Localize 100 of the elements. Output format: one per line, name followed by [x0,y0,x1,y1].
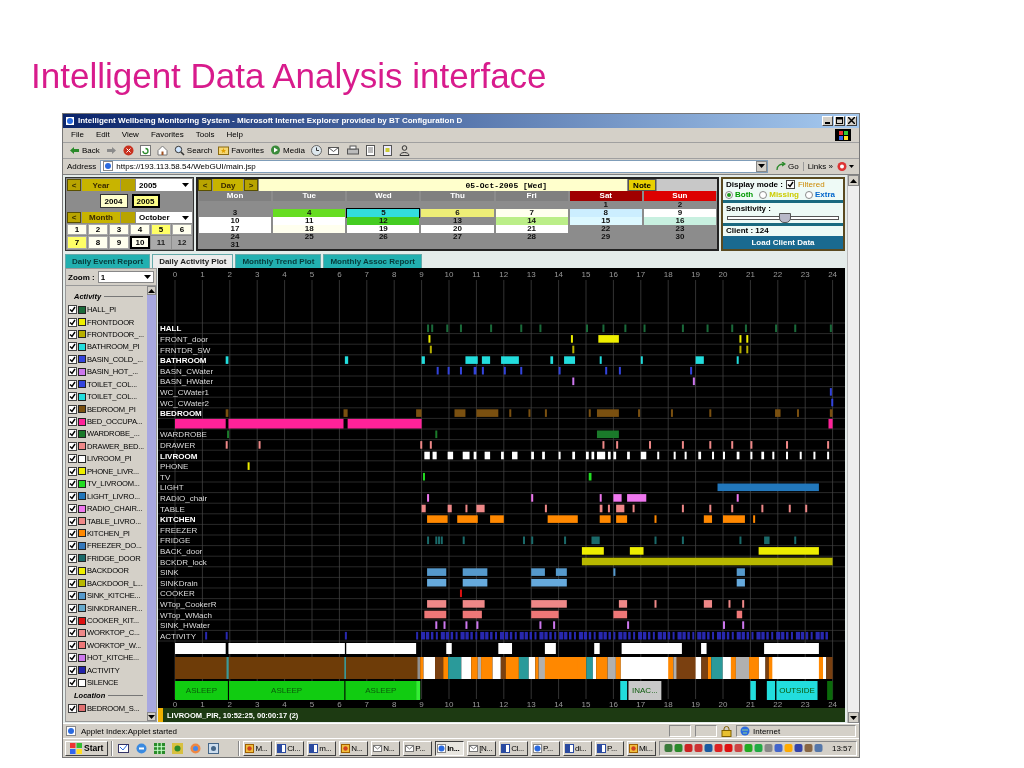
tab[interactable]: Monthly Assoc Report [323,254,423,269]
calendar-day[interactable]: 24 [199,233,272,242]
mode-label: Missing [769,190,799,200]
start-button[interactable]: Start [65,740,109,756]
date-field: 05-Oct-2005 [Wed] [259,179,627,192]
month-button[interactable]: 3 [109,224,129,236]
calendar-day[interactable]: 10 [199,217,272,226]
hour-label: 9 [419,270,424,280]
month-button[interactable]: 9 [109,236,129,250]
calendar-day[interactable]: 26 [347,233,420,242]
calendar-day[interactable]: 22 [569,225,642,234]
filtered-label: Filtered [797,180,825,190]
sensor-row-label: BACK_door [160,547,203,557]
taskbar-button[interactable]: P... [531,740,561,756]
month-button[interactable]: 4 [130,224,150,236]
note-button[interactable]: Note [628,179,656,192]
calendar-day[interactable]: 1 [569,201,642,210]
state-label: ASLEEP [271,686,303,696]
taskbar-button[interactable]: Cl... [275,740,305,756]
calendar-day[interactable]: 7 [495,209,568,218]
calendar-day[interactable]: 31 [199,241,272,250]
address-field[interactable]: https://193.113.58.54/WebGUI/main.jsp [100,159,768,173]
previous-year-button[interactable]: < [67,179,81,191]
taskbar-button[interactable]: di... [563,740,593,756]
next-day-button[interactable]: > [244,179,258,192]
year-button[interactable]: 2005 [131,194,160,209]
month-button[interactable]: 5 [151,224,171,236]
toolbar-button[interactable]: Search [173,144,213,156]
year-label: Year [82,179,120,191]
toolbar-button[interactable]: Media [270,145,305,156]
hour-label: 5 [309,700,315,709]
day-label: Day [213,179,243,192]
menu-item[interactable]: File [71,130,84,140]
month-button[interactable]: 1 [67,224,87,236]
taskbar-button[interactable]: Mi... [627,740,656,756]
taskbar-button[interactable]: m... [307,740,337,756]
go-button[interactable]: Go [771,161,804,171]
year-button[interactable]: 2004 [99,194,128,209]
menu-item[interactable]: Favorites [150,130,184,140]
calendar-day[interactable]: 23 [643,225,716,234]
month-button[interactable]: 7 [67,236,87,250]
taskbar-button[interactable]: P... [403,740,433,756]
month-button[interactable]: 6 [172,224,192,236]
calendar-day[interactable]: 5 [347,209,420,218]
taskbar-button[interactable]: N... [371,740,401,756]
taskbar-button[interactable]: [N... [467,740,497,756]
menu-item[interactable]: Tools [195,130,215,140]
year-select[interactable]: 2005 [136,179,192,191]
tab[interactable]: Daily Activity Plot [152,254,234,269]
calendar-day[interactable]: 2 [643,201,716,210]
calendar-day[interactable]: 8 [569,209,642,218]
weekday-header: Tue [273,191,346,202]
calendar-day[interactable]: 11 [273,217,346,226]
hour-label: 23 [800,270,810,280]
calendar-day[interactable]: 27 [421,233,494,242]
toolbar-button[interactable]: Favorites [218,145,265,156]
previous-month-button[interactable]: < [67,211,81,224]
calendar-day[interactable]: 3 [199,209,272,218]
mode-label: Extra [815,190,835,200]
calendar-day[interactable]: 19 [347,225,420,234]
month-select[interactable]: October [136,211,192,224]
previous-day-button[interactable]: < [198,179,212,192]
calendar-day[interactable]: 21 [495,225,568,234]
zoom-select[interactable]: 1 [97,271,154,284]
calendar-day[interactable]: 9 [643,209,716,218]
tab[interactable]: Monthly Trend Plot [235,254,322,269]
month-button[interactable]: 10 [130,236,150,250]
calendar-day[interactable]: 30 [643,233,716,242]
calendar-day[interactable]: 13 [421,217,494,226]
hour-label: 24 [828,270,838,280]
links-button[interactable]: Links » [807,161,833,171]
calendar-day[interactable]: 4 [273,209,346,218]
state-label: OUTSIDE [779,686,815,696]
taskbar-button[interactable]: P... [595,740,624,756]
calendar-day[interactable]: 28 [495,233,568,242]
taskbar-button[interactable]: Cl... [499,740,529,756]
calendar-day[interactable]: 18 [273,225,346,234]
toolbar-button[interactable]: Back [69,145,100,155]
calendar-day[interactable]: 14 [495,217,568,226]
taskbar-button[interactable]: M... [243,740,273,756]
calendar-day[interactable]: 29 [569,233,642,242]
load-client-data-button[interactable]: Load Client Data [723,236,843,250]
calendar-day[interactable]: 17 [199,225,272,234]
menu-item[interactable]: View [121,130,139,140]
taskbar-button[interactable]: In... [435,740,465,756]
calendar-day[interactable]: 12 [347,217,420,226]
calendar-day[interactable]: 15 [569,217,642,226]
taskbar-button[interactable]: N... [339,740,369,756]
calendar-day[interactable]: 20 [421,225,494,234]
hour-label: 0 [172,700,178,709]
tab[interactable]: Daily Event Report [65,254,151,269]
month-button[interactable]: 2 [88,224,108,236]
calendar-day[interactable]: 6 [421,209,494,218]
calendar-day[interactable]: 25 [273,233,346,242]
calendar-day[interactable]: 16 [643,217,716,226]
month-button[interactable]: 8 [88,236,108,250]
sensor-row-label: WC_CWater2 [160,398,210,408]
hour-label: 10 [444,270,454,280]
menu-item[interactable]: Edit [95,130,110,140]
menu-item[interactable]: Help [226,130,243,140]
